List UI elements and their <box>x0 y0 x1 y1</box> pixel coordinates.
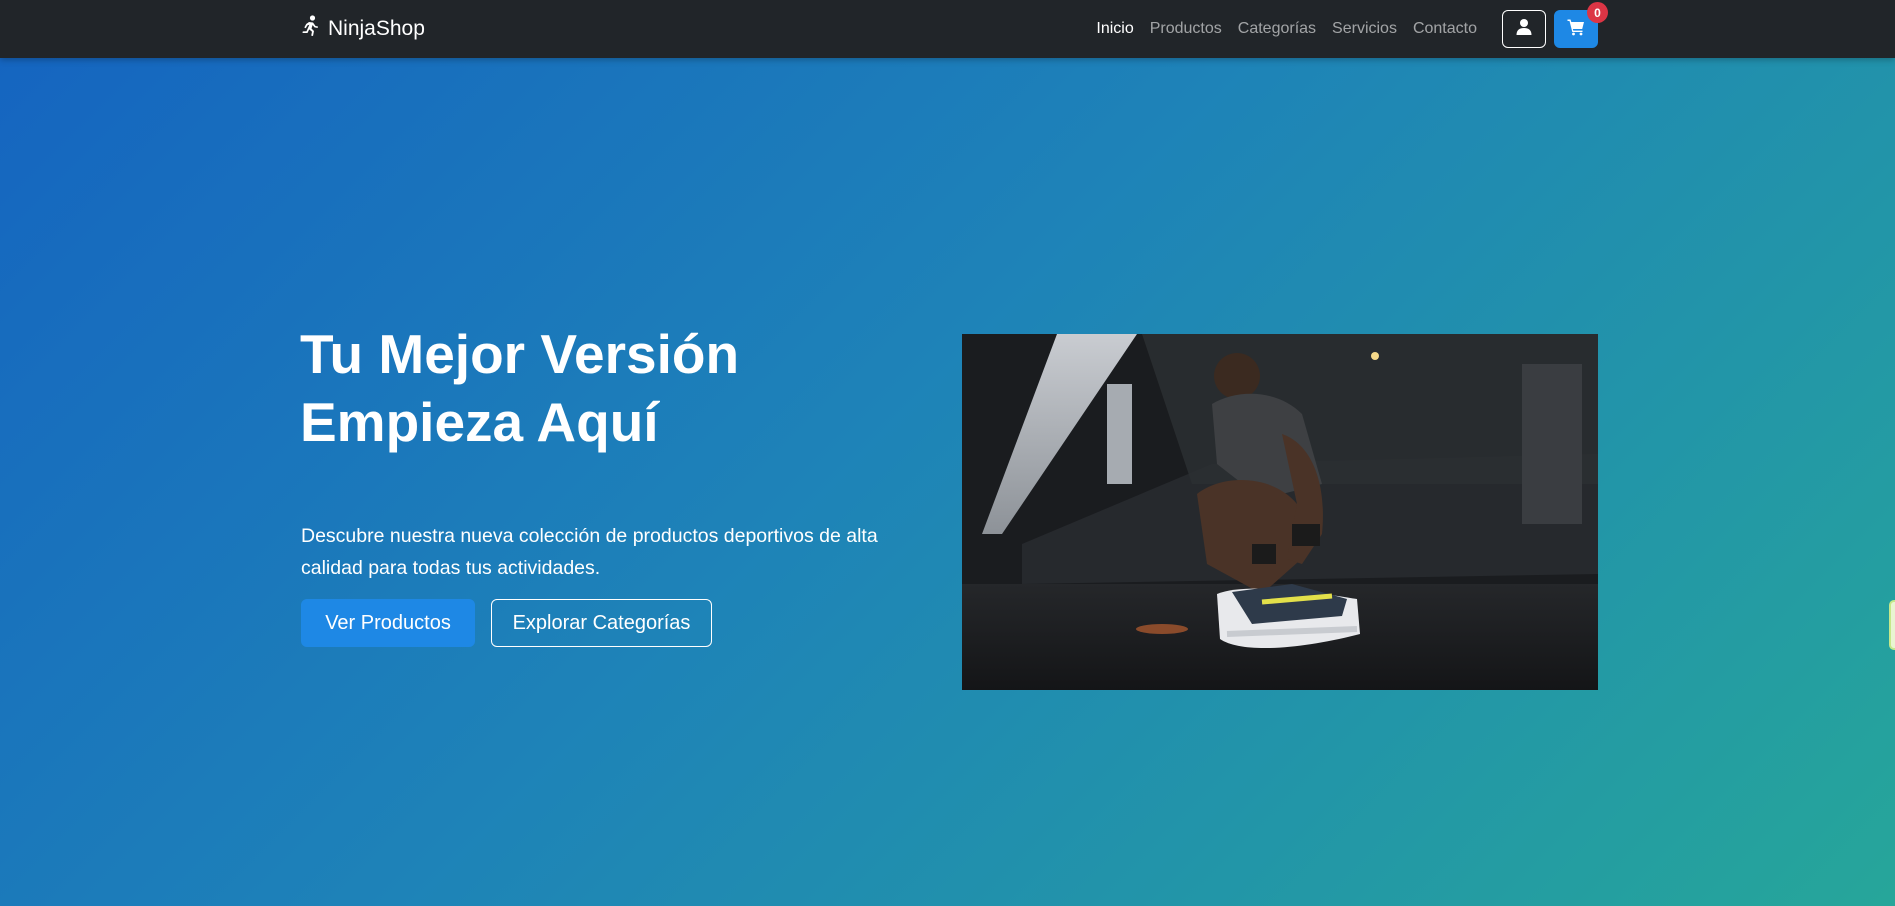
user-account-button[interactable] <box>1502 10 1546 48</box>
hero-title-line1: Tu Mejor Versión <box>300 323 740 385</box>
nav-item-productos[interactable]: Productos <box>1150 20 1222 37</box>
hero-title-line2: Empieza Aquí <box>300 391 659 453</box>
brand-name: NinjaShop <box>328 17 425 40</box>
nav-item-inicio[interactable]: Inicio <box>1096 20 1133 37</box>
running-person-icon <box>300 15 320 43</box>
ver-productos-button[interactable]: Ver Productos <box>301 599 475 647</box>
hero-section <box>0 58 1895 906</box>
user-icon <box>1515 18 1533 41</box>
cart-count-badge: 0 <box>1587 2 1608 23</box>
explorar-categorias-button[interactable]: Explorar Categorías <box>491 599 712 647</box>
hero-title: Tu Mejor Versión Empieza Aquí <box>300 320 940 456</box>
side-feedback-tab[interactable] <box>1889 600 1895 650</box>
hero-athlete-image <box>962 334 1598 690</box>
main-menu: Inicio Productos Categorías Servicios Co… <box>1096 0 1477 58</box>
nav-item-categorias[interactable]: Categorías <box>1238 20 1316 37</box>
shopping-cart-icon <box>1567 18 1585 41</box>
hero-subtitle: Descubre nuestra nueva colección de prod… <box>301 525 878 579</box>
brand-logo-link[interactable]: NinjaShop <box>300 14 425 44</box>
nav-item-contacto[interactable]: Contacto <box>1413 20 1477 37</box>
top-navbar: NinjaShop Inicio Productos Categorías Se… <box>0 0 1895 58</box>
nav-item-servicios[interactable]: Servicios <box>1332 20 1397 37</box>
